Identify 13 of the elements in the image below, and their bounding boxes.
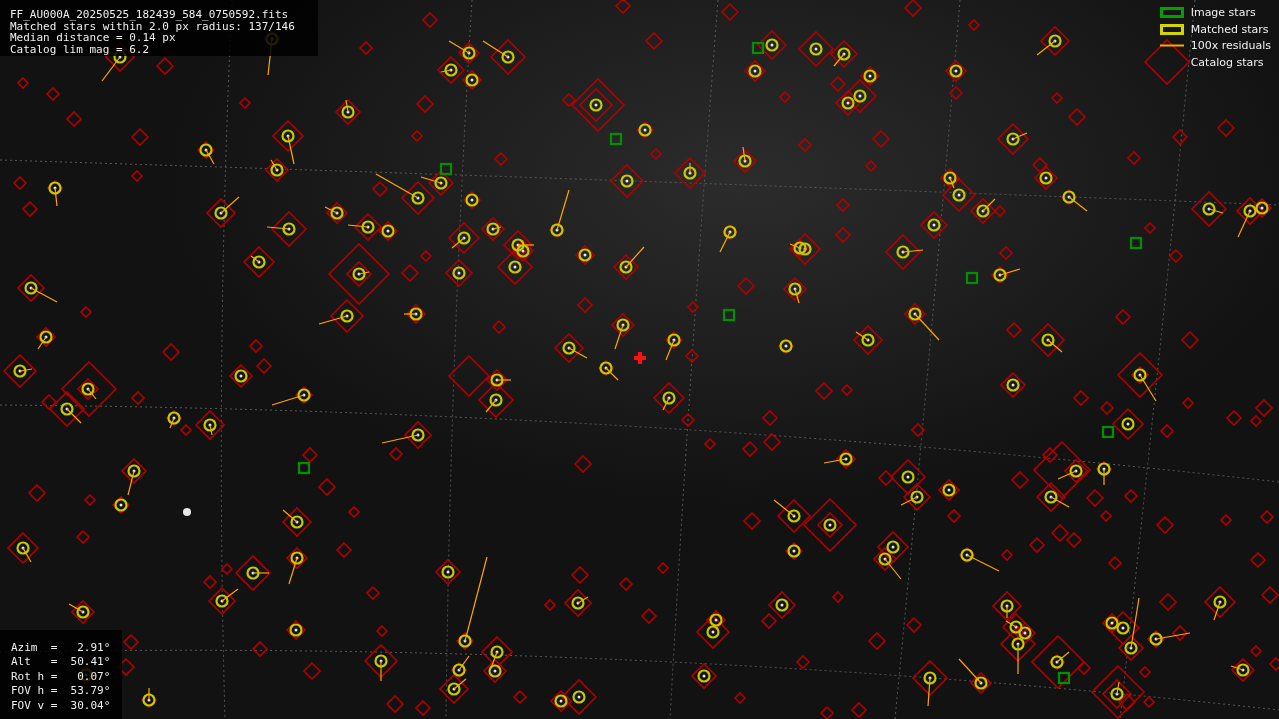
pointing-text: Azim = 2.91° (11, 640, 111, 655)
legend-label: Catalog stars (1190, 55, 1264, 69)
legend-label: Matched stars (1190, 22, 1269, 36)
info-text: Catalog lim mag = 6.2 (10, 43, 150, 55)
info-text: Median distance = 0.14 px (10, 32, 176, 44)
pointing-text: Alt = 50.41° (11, 655, 111, 670)
pointing-text: FOV v = 30.04° (11, 698, 111, 713)
info-text: FF_AU000A_20250525_182439_584_0750592.fits (10, 9, 289, 21)
pointing-text: FOV h = 53.79° (11, 684, 111, 699)
info-text: Matched stars within 2.0 px radius: 137/146 (10, 20, 295, 32)
legend-label: Image stars (1190, 6, 1256, 20)
pointing-text: Rot h = 0.07° (11, 669, 111, 684)
legend-label: 100x residuals (1190, 39, 1271, 53)
